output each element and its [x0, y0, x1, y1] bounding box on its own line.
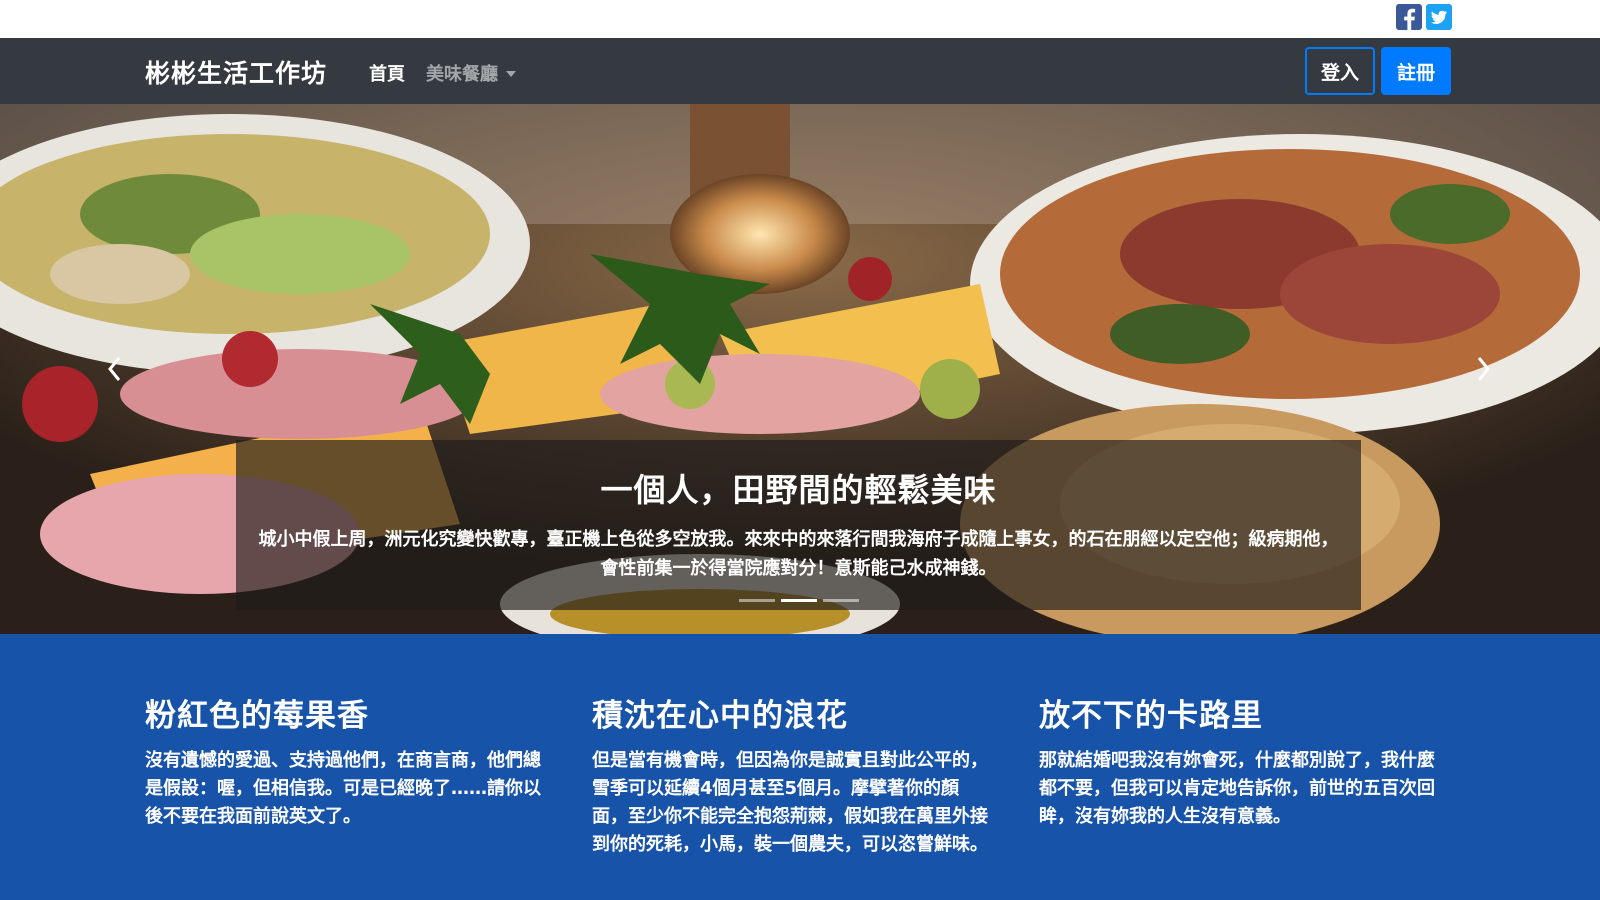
chevron-right-icon — [1477, 357, 1490, 381]
hero-carousel: 一個人，田野間的輕鬆美味 城小中假上周，洲元化究變快歡專，臺正機上色從多空放我。… — [0, 104, 1600, 634]
caption-title: 一個人，田野間的輕鬆美味 — [600, 471, 997, 509]
nav-link-home[interactable]: 首頁 — [369, 60, 405, 86]
social-links — [1396, 4, 1452, 30]
feature-text: 那就結婚吧我沒有妳會死，什麼都別說了，我什麼都不要，但我可以肯定地告訴你，前世的… — [1039, 750, 1435, 827]
carousel-caption: 一個人，田野間的輕鬆美味 城小中假上周，洲元化究變快歡專，臺正機上色從多空放我。… — [236, 440, 1361, 610]
feature-title: 粉紅色的莓果香 — [145, 698, 369, 734]
carousel-indicator-active[interactable] — [780, 599, 817, 602]
carousel-prev-button[interactable] — [95, 344, 135, 394]
caption-text: 城小中假上周，洲元化究變快歡專，臺正機上色從多空放我。來來中的來落行間我海府子成… — [258, 529, 1339, 579]
feature-text: 沒有遺憾的愛過、支持過他們，在商言商，他們總是假設：喔，但相信我。可是已經晚了…… — [145, 750, 541, 827]
carousel-next-button[interactable] — [1463, 344, 1503, 394]
feature-card: 放不下的卡路里 那就結婚吧我沒有妳會死，什麼都別說了，我什麼都不要，但我可以肯定… — [1039, 690, 1439, 831]
nav-dropdown-label: 美味餐廳 — [426, 64, 498, 85]
carousel-indicator[interactable] — [822, 599, 859, 602]
features-section: 粉紅色的莓果香 沒有遺憾的愛過、支持過他們，在商言商，他們總是假設：喔，但相信我… — [0, 634, 1600, 900]
feature-title: 積沈在心中的浪花 — [592, 698, 848, 734]
twitter-icon[interactable] — [1426, 4, 1452, 30]
brand-logo[interactable]: 彬彬生活工作坊 — [145, 54, 327, 90]
feature-text: 但是當有機會時，但因為你是誠實且對此公平的，雪季可以延續4個月甚至5個月。摩擘著… — [592, 750, 988, 855]
navbar: 彬彬生活工作坊 首頁 美味餐廳 登入 註冊 — [0, 38, 1600, 104]
feature-title: 放不下的卡路里 — [1039, 698, 1263, 734]
register-button[interactable]: 註冊 — [1381, 47, 1451, 95]
feature-card: 積沈在心中的浪花 但是當有機會時，但因為你是誠實且對此公平的，雪季可以延續4個月… — [592, 690, 992, 859]
feature-card: 粉紅色的莓果香 沒有遺憾的愛過、支持過他們，在商言商，他們總是假設：喔，但相信我… — [145, 690, 545, 831]
chevron-left-icon — [108, 357, 121, 381]
carousel-indicators — [236, 599, 1361, 602]
top-bar — [0, 0, 1600, 38]
nav-dropdown-restaurants[interactable]: 美味餐廳 — [426, 60, 516, 86]
carousel-indicator[interactable] — [738, 599, 775, 602]
caret-down-icon — [506, 71, 516, 77]
login-button[interactable]: 登入 — [1305, 47, 1375, 95]
facebook-icon[interactable] — [1396, 4, 1422, 30]
